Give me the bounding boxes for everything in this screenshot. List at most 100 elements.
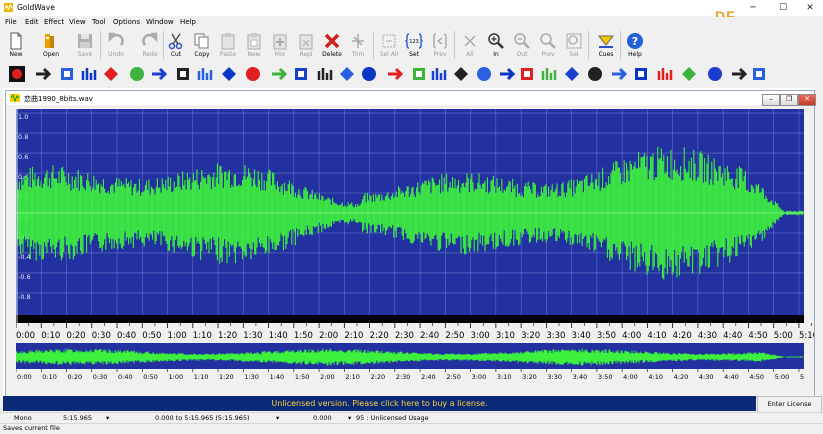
arrow-left-icon[interactable] [244, 65, 262, 83]
arrow-right-icon[interactable] [220, 65, 238, 83]
spectrum-icon[interactable] [316, 65, 334, 83]
menu-options[interactable]: Options [113, 18, 140, 26]
eq-bars-icon[interactable] [360, 65, 378, 83]
speaker-icon[interactable] [452, 65, 470, 83]
set-selection-button[interactable]: 123 Set [402, 29, 426, 62]
document-minimize-button[interactable]: – [762, 94, 780, 106]
monitor-icon[interactable] [750, 65, 768, 83]
enter-license-button[interactable]: Enter License [757, 396, 822, 413]
loop-icon[interactable] [128, 65, 146, 83]
save-button[interactable]: Save [73, 29, 97, 62]
forward-icon[interactable] [102, 65, 120, 83]
grid-icon[interactable] [338, 65, 356, 83]
title-bar: GoldWave DF ─ ☐ ✕ [0, 0, 823, 24]
stop-icon[interactable] [632, 65, 650, 83]
trim-button[interactable]: Trim [346, 29, 370, 62]
overview-waveform[interactable]: 0:00 0:10 0:20 0:30 0:40 0:50 1:00 1:10 1:20 1:30… [16, 343, 804, 391]
menu-help[interactable]: Help [180, 18, 196, 26]
paste-button[interactable]: Paste [216, 29, 240, 62]
select-all-button-label: Sel All [379, 51, 399, 58]
position-dropdown-arrow[interactable]: ▾ [348, 414, 351, 422]
set-selection-button-label: Set [409, 51, 419, 58]
menu-file[interactable]: File [5, 18, 17, 26]
noise-icon[interactable] [610, 65, 628, 83]
overview-tick-label: 1:10 [194, 373, 209, 381]
toolbar-separator [588, 31, 589, 59]
menu-edit[interactable]: Edit [25, 18, 39, 26]
new-button[interactable]: New [4, 29, 28, 62]
record-icon[interactable] [8, 65, 26, 83]
select-all-button[interactable]: Sel All [377, 29, 401, 62]
cues-button[interactable]: Cues [594, 29, 618, 62]
volume-icon[interactable] [586, 65, 604, 83]
redo-button[interactable]: Redo [138, 29, 162, 62]
help-icon: ? [627, 33, 643, 49]
zoom-previous-button[interactable]: Prev [536, 29, 560, 62]
delete-button[interactable]: Delete [320, 29, 344, 62]
mix-button[interactable]: Mix [268, 29, 292, 62]
replace-icon [299, 34, 313, 50]
previous-selection-button[interactable]: Prev [428, 29, 452, 62]
main-toolbar: New Open Save Undo Redo Cut Copy Paste N… [0, 29, 823, 62]
mixer-icon[interactable] [292, 65, 310, 83]
pan-icon[interactable] [386, 65, 404, 83]
zoom-in-button[interactable]: In [484, 29, 508, 62]
delete-icon [324, 33, 340, 49]
zoom-selection-button[interactable]: Sel [562, 29, 586, 62]
marker-icon[interactable] [540, 65, 558, 83]
fade-out-icon[interactable] [518, 65, 536, 83]
document-close-button[interactable]: ✕ [798, 94, 816, 106]
equalizer-icon[interactable] [196, 65, 214, 83]
length-dropdown-arrow[interactable]: ▾ [106, 414, 109, 422]
expand-icon[interactable] [34, 65, 52, 83]
minimize-button[interactable]: ─ [738, 0, 768, 16]
tools-icon[interactable] [80, 65, 98, 83]
help-button[interactable]: ? Help [623, 29, 647, 62]
shape-icon[interactable] [680, 65, 698, 83]
undo-button[interactable]: Undo [104, 29, 128, 62]
amplitude-tick-label: -0.6 [18, 273, 31, 281]
paste-icon [221, 33, 235, 50]
cut-button[interactable]: Cut [164, 29, 188, 62]
mix-icon [273, 34, 287, 50]
menu-bar: File Edit Effect View Tool Options Windo… [0, 17, 823, 28]
globe-icon[interactable] [58, 65, 76, 83]
band-icon[interactable] [706, 65, 724, 83]
fade-in-icon[interactable] [498, 65, 516, 83]
menu-effect[interactable]: Effect [44, 18, 64, 26]
mute-icon[interactable] [563, 65, 581, 83]
menu-window[interactable]: Window [146, 18, 174, 26]
copy-icon [194, 33, 209, 49]
overview-tick-label: 3:00 [472, 373, 487, 381]
zoom-in-icon [488, 33, 504, 49]
menu-view[interactable]: View [69, 18, 86, 26]
paste-new-button[interactable]: New [242, 29, 266, 62]
selection-dropdown-arrow[interactable]: ▾ [276, 414, 279, 422]
waveform-display[interactable]: 1.00.80.60.40.20.0-0.2-0.4-0.6-0.8 [16, 109, 804, 323]
pitch-icon[interactable] [475, 65, 493, 83]
svg-text:?: ? [632, 35, 638, 48]
zoom-all-button[interactable]: All [458, 29, 482, 62]
close-button[interactable]: ✕ [795, 0, 823, 16]
replace-button[interactable]: Repl [294, 29, 318, 62]
maximize-button[interactable]: ☐ [768, 0, 798, 16]
copy-button[interactable]: Copy [190, 29, 214, 62]
zoom-out-icon [514, 33, 530, 49]
open-button[interactable]: Open [39, 29, 63, 62]
toolbar-separator [620, 31, 621, 59]
timeline-tick-label: 1:40 [269, 331, 288, 341]
license-banner[interactable]: Unlicensed version. Please click here to… [3, 396, 756, 411]
color-bars-icon[interactable] [430, 65, 448, 83]
position-status: 0.000 [313, 414, 332, 422]
overview-tick-label: 4:30 [699, 373, 714, 381]
clock-icon[interactable] [730, 65, 748, 83]
paste-new-icon [247, 33, 261, 50]
menu-tool[interactable]: Tool [92, 18, 106, 26]
document-restore-button[interactable]: ❐ [780, 94, 798, 106]
gear-icon[interactable] [150, 65, 168, 83]
stretch-icon[interactable] [410, 65, 428, 83]
palette-icon[interactable] [174, 65, 192, 83]
zoom-out-button[interactable]: Out [510, 29, 534, 62]
diamond-icon[interactable] [656, 65, 674, 83]
center-icon[interactable] [270, 65, 288, 83]
